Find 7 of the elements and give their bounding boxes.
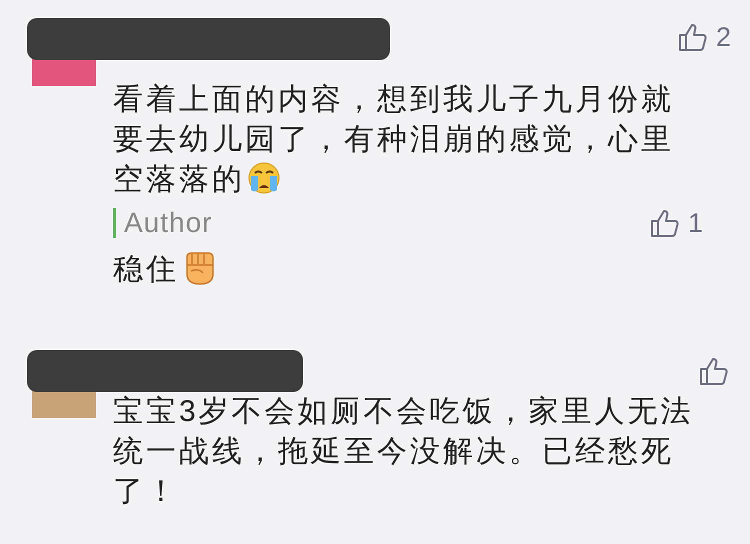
- crying-face-icon: [247, 162, 281, 194]
- comment-text: 看着上面的内容，想到我儿子九月份就要去幼儿园了，有种泪崩的感觉，心里空落落的: [113, 82, 675, 198]
- like-count: 1: [688, 210, 703, 236]
- reply-text: 稳住: [113, 250, 733, 290]
- like-count: 2: [716, 24, 731, 50]
- comment-text: 宝宝3岁不会如厕不会吃饭，家里人无法统一战线，拖延至今没解决。已经愁死了！: [113, 394, 695, 510]
- author-label: Author: [113, 208, 212, 238]
